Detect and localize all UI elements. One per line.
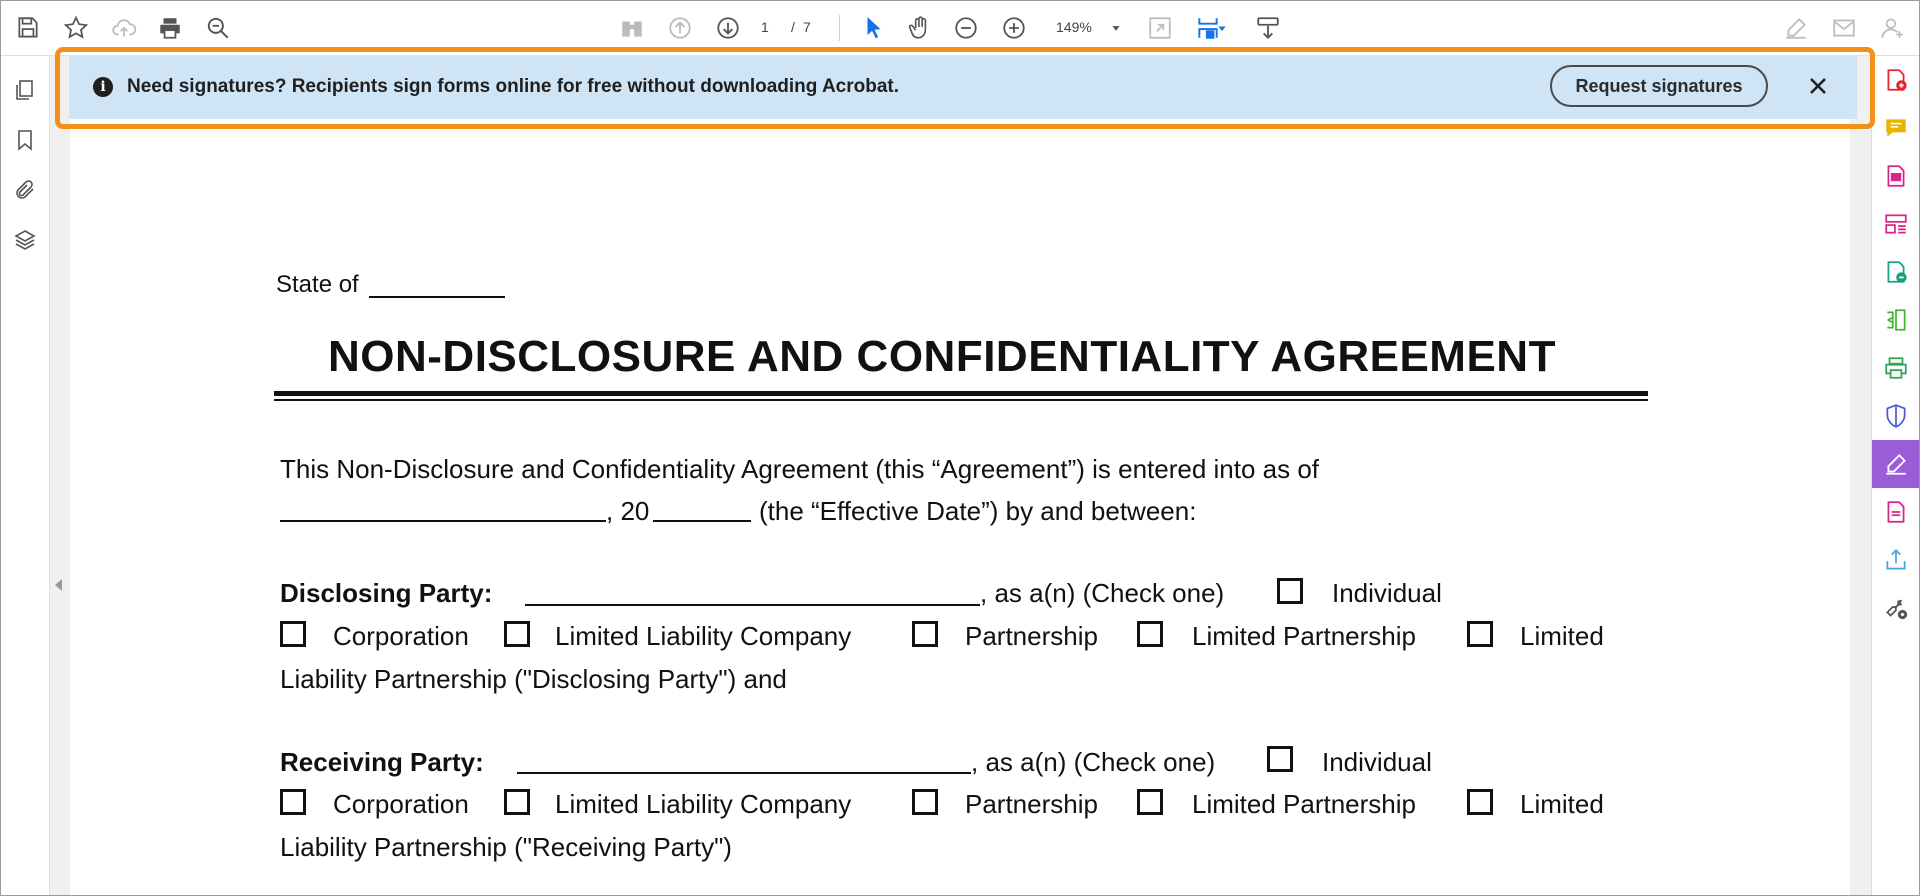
receiving-corporation-label: Corporation [333, 789, 469, 819]
zoom-level[interactable]: 149% [1056, 19, 1092, 35]
page-thumbnails-icon[interactable] [11, 76, 39, 104]
receiving-as-text: , as a(n) (Check one) [971, 747, 1216, 777]
disclosing-individual-label: Individual [1332, 578, 1442, 608]
disclosing-limited-label: Limited [1520, 621, 1604, 651]
date-blank-line[interactable] [280, 520, 606, 522]
receiving-partnership-checkbox[interactable] [912, 789, 938, 815]
receiving-party-blank-line[interactable] [517, 772, 971, 774]
disclosing-llc-checkbox[interactable] [504, 621, 530, 647]
agreement-title: NON-DISCLOSURE AND CONFIDENTIALITY AGREE… [328, 332, 1556, 381]
hand-tool-icon[interactable] [905, 13, 935, 43]
disclosing-llp-checkbox[interactable] [1467, 621, 1493, 647]
year-prefix: , 20 [606, 496, 650, 526]
page-display-chevron-icon[interactable] [1213, 13, 1231, 43]
disclosing-individual-checkbox[interactable] [1277, 578, 1303, 604]
fit-page-icon[interactable] [1145, 13, 1175, 43]
receiving-individual-checkbox[interactable] [1267, 746, 1293, 772]
disclosing-corporation-label: Corporation [333, 621, 469, 651]
page-separator: / [791, 19, 795, 35]
title-rule-thin [274, 399, 1648, 401]
collapse-left-panel-icon[interactable] [55, 579, 62, 591]
protect-shield-icon[interactable] [1872, 392, 1919, 440]
receiving-llp-checkbox[interactable] [1467, 789, 1493, 815]
receiving-partnership-label: Partnership [965, 789, 1098, 819]
receiving-lp-label: Limited Partnership [1192, 789, 1416, 819]
search-zoom-icon[interactable] [203, 13, 233, 43]
page-number-input[interactable]: 1 [761, 19, 769, 35]
zoom-in-icon[interactable] [999, 13, 1029, 43]
scroll-mode-icon[interactable] [1253, 13, 1283, 43]
disclosing-party-label: Disclosing Party: [280, 578, 493, 608]
disclosing-as-text: , as a(n) (Check one) [980, 578, 1225, 608]
pdf-page: State of NON-DISCLOSURE AND CONFIDENTIAL… [70, 56, 1850, 895]
compare-icon[interactable] [617, 13, 647, 43]
receiving-closing-text: Liability Partnership ("Receiving Party"… [280, 832, 732, 862]
disclosing-party-blank-line[interactable] [525, 604, 980, 606]
effective-date-text: (the “Effective Date”) by and between: [759, 496, 1197, 526]
disclosing-partnership-checkbox[interactable] [912, 621, 938, 647]
receiving-limited-label: Limited [1520, 789, 1604, 819]
disclosing-partnership-label: Partnership [965, 621, 1098, 651]
receiving-lp-checkbox[interactable] [1137, 789, 1163, 815]
create-pdf-icon[interactable] [1872, 56, 1919, 104]
email-icon[interactable] [1829, 13, 1859, 43]
receiving-llc-label: Limited Liability Company [555, 789, 852, 819]
cloud-upload-icon[interactable] [109, 13, 139, 43]
add-user-icon[interactable] [1877, 13, 1907, 43]
left-navigation-rail [1, 56, 50, 895]
star-icon[interactable] [61, 13, 91, 43]
acrobat-window: 1 / 7 149% State of NON-DISCLOSURE AND C… [0, 0, 1920, 896]
banner-highlight-outline [55, 47, 1875, 129]
intro-line-1: This Non-Disclosure and Confidentiality … [280, 454, 1320, 484]
disclosing-corporation-checkbox[interactable] [280, 621, 306, 647]
save-icon[interactable] [13, 13, 43, 43]
state-blank-line[interactable] [369, 296, 505, 298]
receiving-party-label: Receiving Party: [280, 747, 484, 777]
print-icon[interactable] [155, 13, 185, 43]
next-page-icon[interactable] [713, 13, 743, 43]
select-cursor-icon[interactable] [859, 13, 889, 43]
fill-and-sign-icon[interactable] [1872, 440, 1919, 488]
print-production-icon[interactable] [1872, 344, 1919, 392]
layers-icon[interactable] [11, 226, 39, 254]
year-blank-line[interactable] [653, 520, 751, 522]
sign-pen-icon[interactable] [1781, 13, 1811, 43]
export-pdf-icon[interactable] [1872, 248, 1919, 296]
compare-files-icon[interactable] [1872, 296, 1919, 344]
page-total: 7 [803, 19, 811, 35]
disclosing-lp-label: Limited Partnership [1192, 621, 1416, 651]
disclosing-lp-checkbox[interactable] [1137, 621, 1163, 647]
attachment-icon[interactable] [11, 176, 39, 204]
title-rule-thick [274, 391, 1648, 396]
toolbar-divider [839, 15, 840, 41]
receiving-llc-checkbox[interactable] [504, 789, 530, 815]
right-tools-rail [1871, 56, 1919, 895]
more-tools-icon[interactable] [1872, 584, 1919, 632]
document-viewport[interactable]: State of NON-DISCLOSURE AND CONFIDENTIAL… [50, 56, 1916, 895]
receiving-individual-label: Individual [1322, 747, 1432, 777]
share-upload-icon[interactable] [1872, 536, 1919, 584]
previous-page-icon[interactable] [665, 13, 695, 43]
bookmark-icon[interactable] [11, 126, 39, 154]
organize-pages-icon[interactable] [1872, 200, 1919, 248]
disclosing-llc-label: Limited Liability Company [555, 621, 852, 651]
disclosing-closing-text: Liability Partnership ("Disclosing Party… [280, 664, 787, 694]
edit-pdf-icon[interactable] [1872, 152, 1919, 200]
prepare-form-icon[interactable] [1872, 488, 1919, 536]
receiving-corporation-checkbox[interactable] [280, 789, 306, 815]
state-label: State of [276, 271, 359, 298]
zoom-dropdown-chevron-icon[interactable] [1101, 13, 1131, 43]
zoom-out-icon[interactable] [951, 13, 981, 43]
comment-icon[interactable] [1872, 104, 1919, 152]
